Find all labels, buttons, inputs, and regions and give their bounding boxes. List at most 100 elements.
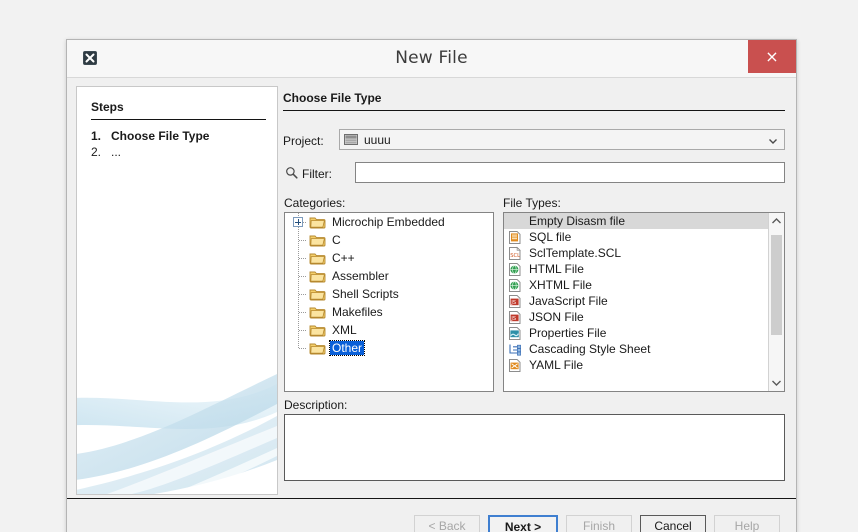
expand-plus-icon xyxy=(293,217,303,227)
step-2-label: ... xyxy=(111,145,122,159)
tree-line xyxy=(289,321,309,339)
category-label: Shell Scripts xyxy=(332,287,399,301)
file-type-row-properties-file[interactable]: Properties File xyxy=(504,325,769,341)
decorative-swoosh-graphic xyxy=(77,364,277,494)
file-type-row-cascading-style-sheet[interactable]: Cascading Style Sheet xyxy=(504,341,769,357)
file-types-label: File Types: xyxy=(503,196,561,210)
file-type-label: SclTemplate.SCL xyxy=(529,246,622,260)
html-file-icon xyxy=(507,262,523,277)
screen: New File × Steps 1. Choose File Type 2...… xyxy=(0,0,858,532)
tree-line xyxy=(289,231,309,249)
file-type-label: JavaScript File xyxy=(529,294,608,308)
folder-icon xyxy=(309,233,327,247)
dialog-footer: < Back Next > Finish Cancel Help xyxy=(67,498,796,532)
js-file-icon: JS xyxy=(507,294,523,309)
xhtml-file-icon xyxy=(507,278,523,293)
filter-label: Filter: xyxy=(302,167,332,181)
file-type-row-json-file[interactable]: JS JSON File xyxy=(504,309,769,325)
back-button[interactable]: < Back xyxy=(414,515,480,532)
folder-icon xyxy=(309,215,327,229)
next-button[interactable]: Next > xyxy=(488,515,558,532)
dialog-title: New File xyxy=(395,48,468,68)
category-row-other[interactable]: Other xyxy=(285,339,493,357)
file-types-scrollbar[interactable] xyxy=(768,213,784,391)
css-file-icon xyxy=(507,342,523,357)
category-row-xml[interactable]: XML xyxy=(285,321,493,339)
tree-expander-microchip-embedded[interactable] xyxy=(289,213,309,231)
project-value: uuuu xyxy=(364,133,391,147)
chevron-down-icon[interactable] xyxy=(767,134,779,146)
chevron-up-icon[interactable] xyxy=(769,213,784,229)
file-type-label: HTML File xyxy=(529,262,584,276)
folder-icon xyxy=(309,323,327,337)
folder-icon xyxy=(309,269,327,283)
file-types-listbox[interactable]: Empty Disasm file SQL file SCL SclTempla… xyxy=(503,212,785,392)
category-row-assembler[interactable]: Assembler xyxy=(285,267,493,285)
help-button[interactable]: Help xyxy=(714,515,780,532)
content-pane: Choose File Type Project: uuuu Filter: C… xyxy=(283,86,789,495)
file-type-row-yaml-file[interactable]: YAML File xyxy=(504,357,769,373)
scrollbar-thumb[interactable] xyxy=(771,235,782,335)
section-heading: Choose File Type xyxy=(283,91,382,105)
file-type-label: SQL file xyxy=(529,230,572,244)
step-1-label: Choose File Type xyxy=(111,129,210,143)
step-item-1: 1. Choose File Type xyxy=(91,129,209,143)
category-label: XML xyxy=(332,323,357,337)
new-file-dialog: New File × Steps 1. Choose File Type 2...… xyxy=(66,39,797,532)
category-row-makefiles[interactable]: Makefiles xyxy=(285,303,493,321)
tree-line xyxy=(289,285,309,303)
section-heading-rule xyxy=(283,110,785,111)
steps-heading-rule xyxy=(91,119,266,120)
file-type-label: Cascading Style Sheet xyxy=(529,342,651,356)
categories-listbox[interactable]: Microchip Embedded C C++ Assembler Shell… xyxy=(284,212,494,392)
categories-label: Categories: xyxy=(284,196,346,210)
svg-text:SCL: SCL xyxy=(510,253,520,259)
tree-line xyxy=(289,249,309,267)
file-type-row-html-file[interactable]: HTML File xyxy=(504,261,769,277)
category-row-cpp[interactable]: C++ xyxy=(285,249,493,267)
folder-icon xyxy=(309,251,327,265)
description-box xyxy=(284,414,785,481)
filter-input[interactable] xyxy=(355,162,785,183)
tree-line xyxy=(289,339,309,357)
category-row-c[interactable]: C xyxy=(285,231,493,249)
finish-button[interactable]: Finish xyxy=(566,515,632,532)
steps-heading: Steps xyxy=(91,100,124,114)
category-label: C++ xyxy=(332,251,355,265)
folder-icon xyxy=(309,341,327,355)
category-label: Makefiles xyxy=(332,305,383,319)
dialog-titlebar: New File × xyxy=(67,40,796,78)
project-icon xyxy=(344,133,358,146)
file-type-row-javascript-file[interactable]: JS JavaScript File xyxy=(504,293,769,309)
chevron-down-icon[interactable] xyxy=(769,375,784,391)
sql-file-icon xyxy=(507,230,523,245)
svg-text:JS: JS xyxy=(510,315,516,321)
category-label: Microchip Embedded xyxy=(332,215,445,229)
file-type-label: XHTML File xyxy=(529,278,592,292)
svg-text:JS: JS xyxy=(510,299,516,305)
folder-icon xyxy=(309,305,327,319)
file-type-row-xhtml-file[interactable]: XHTML File xyxy=(504,277,769,293)
close-button[interactable]: × xyxy=(748,40,796,73)
step-1-number: 1. xyxy=(91,129,102,143)
category-row-shell-scripts[interactable]: Shell Scripts xyxy=(285,285,493,303)
properties-file-icon xyxy=(507,326,523,341)
project-label: Project: xyxy=(283,134,324,148)
file-type-row-scltemplate-scl[interactable]: SCL SclTemplate.SCL xyxy=(504,245,769,261)
category-label: C xyxy=(332,233,341,247)
file-type-row-empty-disasm-file[interactable]: Empty Disasm file xyxy=(504,213,769,229)
category-row-microchip-embedded[interactable]: Microchip Embedded xyxy=(285,213,493,231)
category-label: Assembler xyxy=(332,269,389,283)
description-label: Description: xyxy=(284,398,348,412)
cancel-button[interactable]: Cancel xyxy=(640,515,706,532)
file-type-row-sql-file[interactable]: SQL file xyxy=(504,229,769,245)
file-type-label: YAML File xyxy=(529,358,584,372)
file-type-label: JSON File xyxy=(529,310,584,324)
project-combobox[interactable]: uuuu xyxy=(339,129,785,150)
dialog-body: Steps 1. Choose File Type 2.... Choose F… xyxy=(67,78,796,498)
file-type-label: Empty Disasm file xyxy=(529,214,626,228)
file-type-label: Properties File xyxy=(529,326,607,340)
steps-pane: Steps 1. Choose File Type 2.... xyxy=(76,86,278,495)
folder-icon xyxy=(309,287,327,301)
json-file-icon: JS xyxy=(507,310,523,325)
